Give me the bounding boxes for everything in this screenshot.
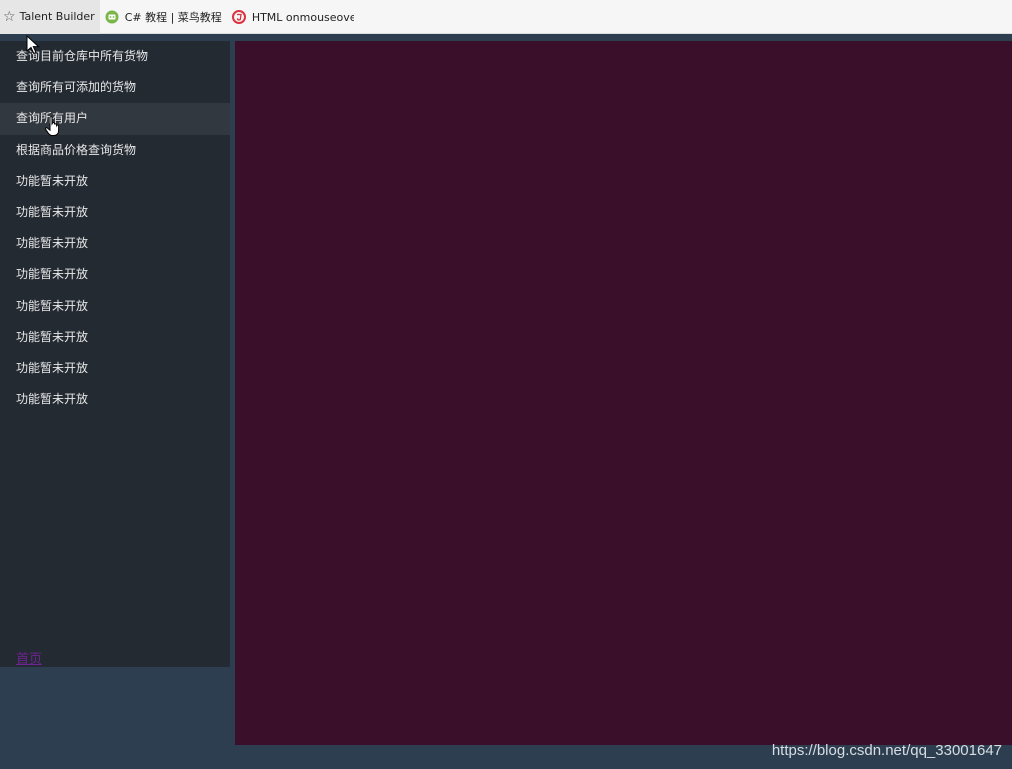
- sidebar-item-all-warehouse-goods[interactable]: 查询目前仓库中所有货物: [0, 41, 230, 72]
- bookmark-label: Talent Builder: [19, 10, 95, 23]
- runoob-icon: [105, 10, 119, 24]
- sidebar-item-unavailable[interactable]: 功能暂未开放: [0, 197, 230, 228]
- sidebar-item-unavailable[interactable]: 功能暂未开放: [0, 166, 230, 197]
- home-link[interactable]: 首页: [16, 648, 42, 667]
- main-content-frame: [235, 41, 1012, 745]
- sidebar-item-unavailable[interactable]: 功能暂未开放: [0, 353, 230, 384]
- sidebar-item-unavailable[interactable]: 功能暂未开放: [0, 384, 230, 415]
- sidebar-item-unavailable[interactable]: 功能暂未开放: [0, 291, 230, 322]
- html5-icon: [231, 9, 246, 24]
- watermark: https://blog.csdn.net/qq_33001647: [771, 742, 1002, 759]
- bookmarks-bar: ☆ Talent Builder C# 教程 | 菜鸟教程 HTML onmou…: [0, 0, 1012, 34]
- bookmark-talent-builder[interactable]: ☆ Talent Builder: [0, 0, 100, 34]
- sidebar-item-unavailable[interactable]: 功能暂未开放: [0, 322, 230, 353]
- sidebar-item-goods-by-price[interactable]: 根据商品价格查询货物: [0, 135, 230, 166]
- bookmark-label: HTML onmouseover 事件: [251, 10, 354, 24]
- bookmark-html-onmouseover[interactable]: HTML onmouseover 事件: [227, 0, 359, 34]
- bookmark-runoob-csharp[interactable]: C# 教程 | 菜鸟教程: [100, 0, 227, 34]
- sidebar-item-all-users[interactable]: 查询所有用户: [0, 103, 230, 135]
- sidebar-item-unavailable[interactable]: 功能暂未开放: [0, 259, 230, 290]
- sidebar-item-unavailable[interactable]: 功能暂未开放: [0, 228, 230, 259]
- sidebar-item-addable-goods[interactable]: 查询所有可添加的货物: [0, 72, 230, 103]
- star-icon: ☆: [3, 8, 16, 25]
- sidebar: 查询目前仓库中所有货物 查询所有可添加的货物 查询所有用户 根据商品价格查询货物…: [0, 41, 230, 667]
- bookmark-label: C# 教程 | 菜鸟教程: [124, 10, 222, 24]
